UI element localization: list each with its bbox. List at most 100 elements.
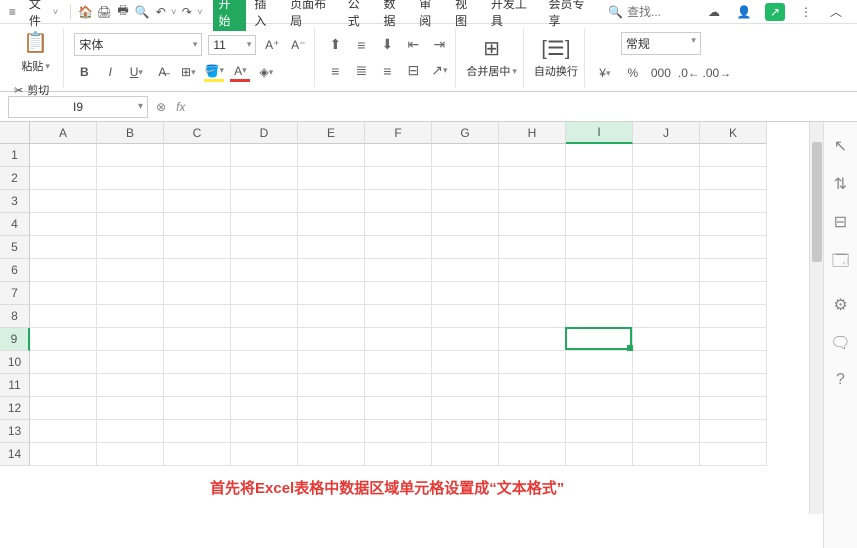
search-input[interactable] [627, 5, 687, 19]
cell[interactable] [97, 397, 164, 420]
row-header[interactable]: 1 [0, 144, 30, 167]
cell[interactable] [231, 167, 298, 190]
cell[interactable] [30, 443, 97, 466]
cell[interactable] [164, 167, 231, 190]
save-icon[interactable]: 🖨 [96, 3, 113, 21]
comment-tool-icon[interactable]: 🗨 [830, 333, 850, 353]
cell[interactable] [365, 190, 432, 213]
currency-button[interactable]: ¥▾ [595, 63, 615, 83]
cell[interactable] [30, 190, 97, 213]
redo-icon[interactable]: ↷ [178, 3, 195, 21]
row-header[interactable]: 12 [0, 397, 30, 420]
cell[interactable] [97, 282, 164, 305]
sort-tool-icon[interactable]: ⇅ [834, 174, 847, 194]
cell[interactable] [298, 144, 365, 167]
file-menu[interactable]: 文件˅ [23, 0, 64, 29]
merge-center-button[interactable]: ⊞ 合并居中▾ [466, 36, 517, 79]
column-header[interactable]: I [566, 122, 633, 144]
cell[interactable] [164, 374, 231, 397]
pivot-tool-icon[interactable]: 🗔 [832, 250, 849, 277]
cell[interactable] [566, 374, 633, 397]
cell[interactable] [97, 328, 164, 351]
help-tool-icon[interactable]: ? [836, 371, 845, 389]
cell[interactable] [499, 443, 566, 466]
cell[interactable] [231, 328, 298, 351]
cell[interactable] [97, 144, 164, 167]
increase-decimal-button[interactable]: .00→ [707, 63, 727, 83]
row-header[interactable]: 9 [0, 328, 30, 351]
column-header[interactable]: E [298, 122, 365, 144]
cell[interactable] [298, 282, 365, 305]
cell[interactable] [97, 236, 164, 259]
collapse-icon[interactable]: ︿ [827, 3, 845, 21]
cell[interactable] [633, 328, 700, 351]
row-header[interactable]: 7 [0, 282, 30, 305]
cell[interactable] [633, 443, 700, 466]
cell[interactable] [164, 328, 231, 351]
decrease-decimal-button[interactable]: .0← [679, 63, 699, 83]
cell[interactable] [566, 167, 633, 190]
align-middle-button[interactable]: ≡ [351, 35, 371, 55]
settings-tool-icon[interactable]: ⚙ [833, 295, 847, 315]
cell[interactable] [499, 167, 566, 190]
column-header[interactable]: G [432, 122, 499, 144]
cell[interactable] [365, 282, 432, 305]
cell[interactable] [30, 236, 97, 259]
column-header[interactable]: J [633, 122, 700, 144]
print-icon[interactable]: 🖶 [115, 3, 132, 21]
cell[interactable] [700, 282, 767, 305]
cell[interactable] [365, 328, 432, 351]
cell[interactable] [164, 420, 231, 443]
cell[interactable] [432, 144, 499, 167]
search-box[interactable]: 🔍 [600, 5, 695, 19]
row-header[interactable]: 5 [0, 236, 30, 259]
cell[interactable] [298, 374, 365, 397]
home-icon[interactable]: 🏠 [77, 3, 94, 21]
align-top-button[interactable]: ⬆ [325, 35, 345, 55]
spreadsheet-grid[interactable]: ABCDEFGHIJK 1234567891011121314 [0, 122, 809, 514]
row-header[interactable]: 3 [0, 190, 30, 213]
cell[interactable] [499, 305, 566, 328]
cell[interactable] [566, 144, 633, 167]
cell[interactable] [365, 144, 432, 167]
cell[interactable] [30, 328, 97, 351]
cell[interactable] [231, 305, 298, 328]
scrollbar-thumb[interactable] [812, 142, 822, 262]
column-header[interactable]: F [365, 122, 432, 144]
cell[interactable] [164, 351, 231, 374]
column-header[interactable]: C [164, 122, 231, 144]
cell[interactable] [231, 420, 298, 443]
cell[interactable] [298, 305, 365, 328]
cell[interactable] [30, 351, 97, 374]
cell[interactable] [30, 397, 97, 420]
cell[interactable] [30, 167, 97, 190]
cell[interactable] [231, 190, 298, 213]
tab-insert[interactable]: 插入 [248, 0, 282, 31]
cell[interactable] [231, 213, 298, 236]
italic-button[interactable]: I [100, 62, 120, 82]
cell[interactable] [499, 282, 566, 305]
align-left-button[interactable]: ≡ [325, 61, 345, 81]
paste-button[interactable]: 📋 粘贴▾ [14, 28, 57, 74]
cell[interactable] [633, 420, 700, 443]
fill-color-button[interactable]: 🪣▾ [204, 62, 224, 82]
cell[interactable] [432, 397, 499, 420]
cell[interactable] [700, 420, 767, 443]
cell[interactable] [700, 236, 767, 259]
cell[interactable] [365, 236, 432, 259]
row-header[interactable]: 14 [0, 443, 30, 466]
tab-data[interactable]: 数据 [377, 0, 411, 31]
cell[interactable] [30, 144, 97, 167]
cell[interactable] [633, 305, 700, 328]
cell[interactable] [432, 420, 499, 443]
strikethrough-button[interactable]: A̶ [152, 62, 172, 82]
cell[interactable] [566, 443, 633, 466]
row-header[interactable]: 10 [0, 351, 30, 374]
column-header[interactable]: A [30, 122, 97, 144]
cell[interactable] [566, 213, 633, 236]
cell[interactable] [298, 420, 365, 443]
cell[interactable] [432, 351, 499, 374]
cell[interactable] [298, 167, 365, 190]
tab-dev[interactable]: 开发工具 [485, 0, 541, 31]
cell[interactable] [30, 305, 97, 328]
